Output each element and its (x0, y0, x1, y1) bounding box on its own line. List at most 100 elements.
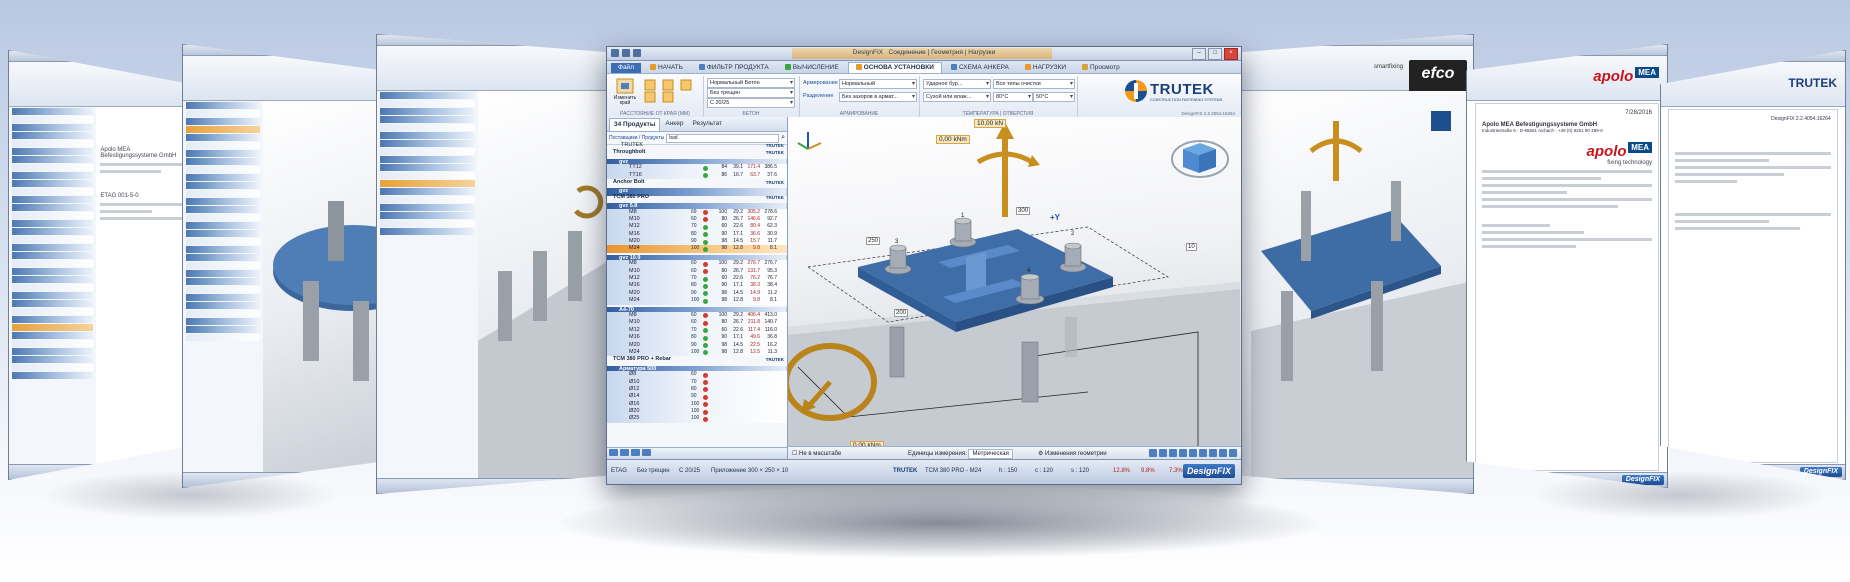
tab-product-filter[interactable]: ФИЛЬТР ПРОДУКТА (692, 63, 776, 73)
product-size-row[interactable]: M10 60 80 26.7 211.8 140.7 (607, 319, 787, 327)
product-size-row[interactable]: M12 70 60 22.6 76.2 76.7 (607, 275, 787, 283)
concrete-type-select[interactable]: Нормальный Бетон (707, 78, 795, 88)
dimension-200[interactable]: 200 (894, 309, 909, 317)
status-fail-icon (703, 217, 708, 223)
tab-anchor[interactable]: Анкер (661, 118, 687, 131)
utilization-value: 98 (721, 289, 727, 296)
product-size-row[interactable]: Ø10 70 (607, 378, 787, 386)
product-size-row[interactable]: Ø16 100 (607, 400, 787, 409)
product-row[interactable]: Anchor Bolt TRUTEK (607, 179, 787, 186)
fastener-number-4[interactable]: 4 (1026, 268, 1031, 274)
tab-start[interactable]: НАЧАТЬ (643, 63, 690, 73)
product-size-row[interactable]: M12 70 60 22.6 117.4 116.0 (607, 326, 787, 335)
product-size-row[interactable]: M24 100 98 12.8 12.5 11.3 (607, 348, 787, 357)
not-to-scale-checkbox[interactable]: ☐ Не в масштабе (792, 450, 841, 457)
view-cube[interactable] (1171, 140, 1229, 178)
collapse-icon[interactable] (620, 449, 629, 456)
row-label: Ø20 (629, 408, 640, 415)
filter-icon[interactable] (642, 449, 651, 456)
product-size-row[interactable]: M24 100 98 12.8 9.8 8.1 (607, 297, 787, 305)
drilling-method-select[interactable]: Ударное бур... (923, 79, 991, 89)
utilization-value: 98 (721, 341, 727, 348)
tab-calculation[interactable]: ВЫЧИСЛЕНИЕ (778, 63, 846, 73)
help-icon[interactable] (1229, 449, 1237, 457)
dimension-300[interactable]: 300 (1016, 207, 1031, 215)
fit-view-icon[interactable] (1169, 449, 1177, 457)
front-view-icon[interactable] (1199, 449, 1207, 457)
expand-icon[interactable] (609, 449, 618, 456)
product-tree: TRUTEK TRUTEK Throughbolt TRUTEK gvz TT12 84 39… (607, 142, 787, 450)
product-size-row[interactable]: M24 100 98 12.8 9.8 8.1 (607, 245, 787, 253)
tab-anchor-layout[interactable]: СХЕМА АНКЕРА (944, 63, 1016, 73)
product-size-row[interactable]: Ø20 100 (607, 408, 787, 416)
utilization-value: 11.2 (767, 289, 777, 296)
geometry-changes-toggle[interactable]: ⚙ Изменения геометрии (1038, 450, 1107, 457)
product-size-row[interactable]: Ø12 80 (607, 385, 787, 394)
product-size-row[interactable]: Ø14 90 (607, 393, 787, 401)
fastener-number-2[interactable]: 2 (1070, 231, 1075, 237)
tab-file[interactable]: Файл (611, 63, 641, 73)
product-size-row[interactable]: M20 90 98 14.5 14.9 11.2 (607, 289, 787, 298)
product-size-row[interactable]: M12 70 60 22.6 80.4 62.3 (607, 223, 787, 231)
product-size-row[interactable]: M8 69 100 29.2 305.2 278.6 (607, 208, 787, 216)
product-size-row[interactable]: M10 60 80 26.7 131.7 95.3 (607, 267, 787, 276)
print-icon[interactable] (1209, 449, 1217, 457)
tab-products[interactable]: 34 Продукты (609, 118, 661, 131)
fastener-number-3[interactable]: 3 (894, 239, 899, 245)
concrete-class-select[interactable]: C 20/25 (707, 98, 795, 108)
product-size-row[interactable]: Ø25 100 (607, 415, 787, 423)
maximize-button[interactable]: □ (1208, 48, 1222, 60)
tab-view[interactable]: Просмотр (1075, 63, 1127, 73)
utilization-value: 36.8 (767, 334, 777, 341)
utilization-value: 98 (721, 297, 727, 304)
3d-viewport[interactable]: 10,00 kN 0,00 kNm 0,00 kNm 250 300 200 1… (788, 117, 1241, 460)
force-z-label[interactable]: 10,00 kN (974, 119, 1007, 128)
top-view-icon[interactable] (1189, 449, 1197, 457)
fastener-number-1[interactable]: 1 (960, 213, 965, 219)
product-row[interactable]: TCM 380 PRO TRUTEK (607, 194, 787, 201)
product-size-row[interactable]: M16 80 90 17.1 36.6 30.9 (607, 230, 787, 239)
long-term-temp-select[interactable]: 80°C (993, 92, 1033, 102)
sort-icon[interactable] (631, 449, 640, 456)
product-size-row[interactable]: M16 80 90 17.1 49.6 36.8 (607, 334, 787, 342)
zoom-out-icon[interactable] (1159, 449, 1167, 457)
status-ok-icon (703, 283, 708, 289)
status-concrete: C 20/25 (679, 468, 701, 474)
close-button[interactable]: × (1224, 48, 1238, 60)
separation-select[interactable]: Без зазоров в армат... (839, 92, 917, 102)
minimize-button[interactable]: – (1192, 48, 1206, 60)
product-size-row[interactable]: TT16 86 16.7 63.7 37.6 (607, 171, 787, 179)
status-ok-icon (703, 350, 708, 356)
product-size-row[interactable]: M10 60 80 26.7 146.6 92.7 (607, 215, 787, 224)
reinforcement-select[interactable]: Нормальный (839, 79, 917, 89)
product-size-row[interactable]: M8 60 100 29.2 276.7 276.7 (607, 260, 787, 268)
dimension-250[interactable]: 250 (866, 237, 881, 245)
product-row[interactable]: TRUTEK TRUTEK (607, 142, 787, 149)
search-icon[interactable]: ⌕ (781, 134, 785, 142)
tab-loads[interactable]: НАГРУЗКИ (1018, 63, 1073, 73)
brand-tag: TRUTEK (765, 179, 784, 185)
product-size-row[interactable]: M20 90 98 14.5 15.7 11.7 (607, 238, 787, 246)
edit-edge-button[interactable]: Изменить край (611, 78, 639, 106)
product-size-row[interactable]: M16 80 90 17.1 38.3 38.4 (607, 282, 787, 290)
crack-state-select[interactable]: Без трещин (707, 88, 795, 98)
product-size-row[interactable]: Ø8 60 (607, 371, 787, 379)
edge-selector-icons[interactable] (643, 78, 695, 104)
hole-condition-select[interactable]: Сухой или влаж... (923, 92, 991, 102)
product-row[interactable]: TCM 380 PRO + Rebar TRUTEK (607, 356, 787, 363)
moment-top-label[interactable]: 0,00 kNm (936, 135, 970, 144)
cleaning-select[interactable]: Все типы очистки (993, 79, 1075, 89)
main-window-shadow (560, 488, 1320, 558)
product-size-row[interactable]: M8 60 100 29.2 406.4 413.0 (607, 311, 787, 320)
product-size-row[interactable]: M20 90 98 14.5 22.5 16.2 (607, 341, 787, 349)
short-term-temp-select[interactable]: 50°C (1033, 92, 1075, 102)
search-view-icon[interactable] (1219, 449, 1227, 457)
tab-installation-base[interactable]: ОСНОВА УСТАНОВКИ (847, 62, 942, 73)
dimension-10[interactable]: 10 (1186, 243, 1197, 251)
zoom-in-icon[interactable] (1149, 449, 1157, 457)
product-row[interactable]: Throughbolt TRUTEK (607, 149, 787, 156)
tab-result[interactable]: Результат (688, 118, 726, 131)
product-size-row[interactable]: TT12 84 39.1 171.4 386.5 (607, 164, 787, 172)
rotate-icon[interactable] (1179, 449, 1187, 457)
units-select[interactable]: Метрическая (968, 449, 1013, 459)
